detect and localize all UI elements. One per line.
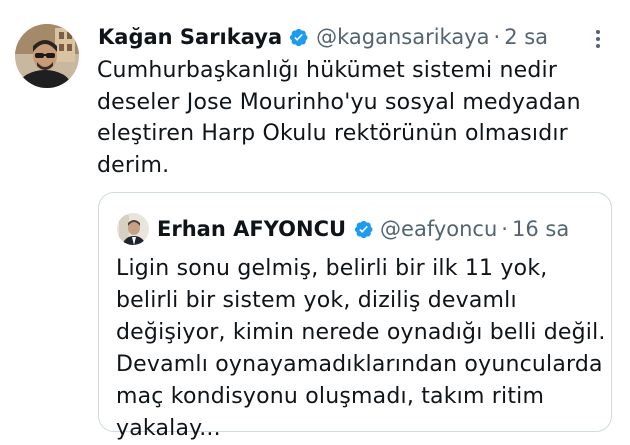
verified-badge-icon	[353, 219, 374, 240]
tweet-header: Kağan Sarıkaya @kagansarikaya · 2 sa	[98, 22, 610, 52]
tweet-timestamp[interactable]: 2 sa	[504, 25, 548, 49]
quoted-tweet-header: Erhan AFYONCU @eafyoncu · 16 sa	[157, 213, 569, 245]
author-name[interactable]: Kağan Sarıkaya	[98, 25, 282, 49]
verified-badge-icon	[288, 27, 309, 48]
quoted-author-avatar[interactable]	[117, 213, 149, 245]
tweet[interactable]: Kağan Sarıkaya @kagansarikaya · 2 sa Cum…	[0, 0, 630, 441]
quoted-author-name[interactable]: Erhan AFYONCU	[157, 217, 346, 241]
quoted-tweet-text: Ligin sonu gelmiş, belirli bir ilk 11 yo…	[116, 256, 606, 441]
tweet-text: Cumhurbaşkanlığı hükümet sistemi nedir d…	[97, 58, 581, 178]
author-avatar[interactable]	[15, 24, 79, 88]
more-options-icon[interactable]	[586, 27, 610, 51]
quoted-author-handle[interactable]: @eafyoncu	[380, 217, 497, 241]
quoted-tweet[interactable]: Erhan AFYONCU @eafyoncu · 16 sa Ligin so…	[98, 192, 612, 441]
separator-dot: ·	[493, 25, 501, 49]
separator-dot: ·	[501, 217, 508, 241]
quoted-tweet-timestamp[interactable]: 16 sa	[512, 217, 569, 241]
author-handle[interactable]: @kagansarikaya	[316, 25, 489, 49]
